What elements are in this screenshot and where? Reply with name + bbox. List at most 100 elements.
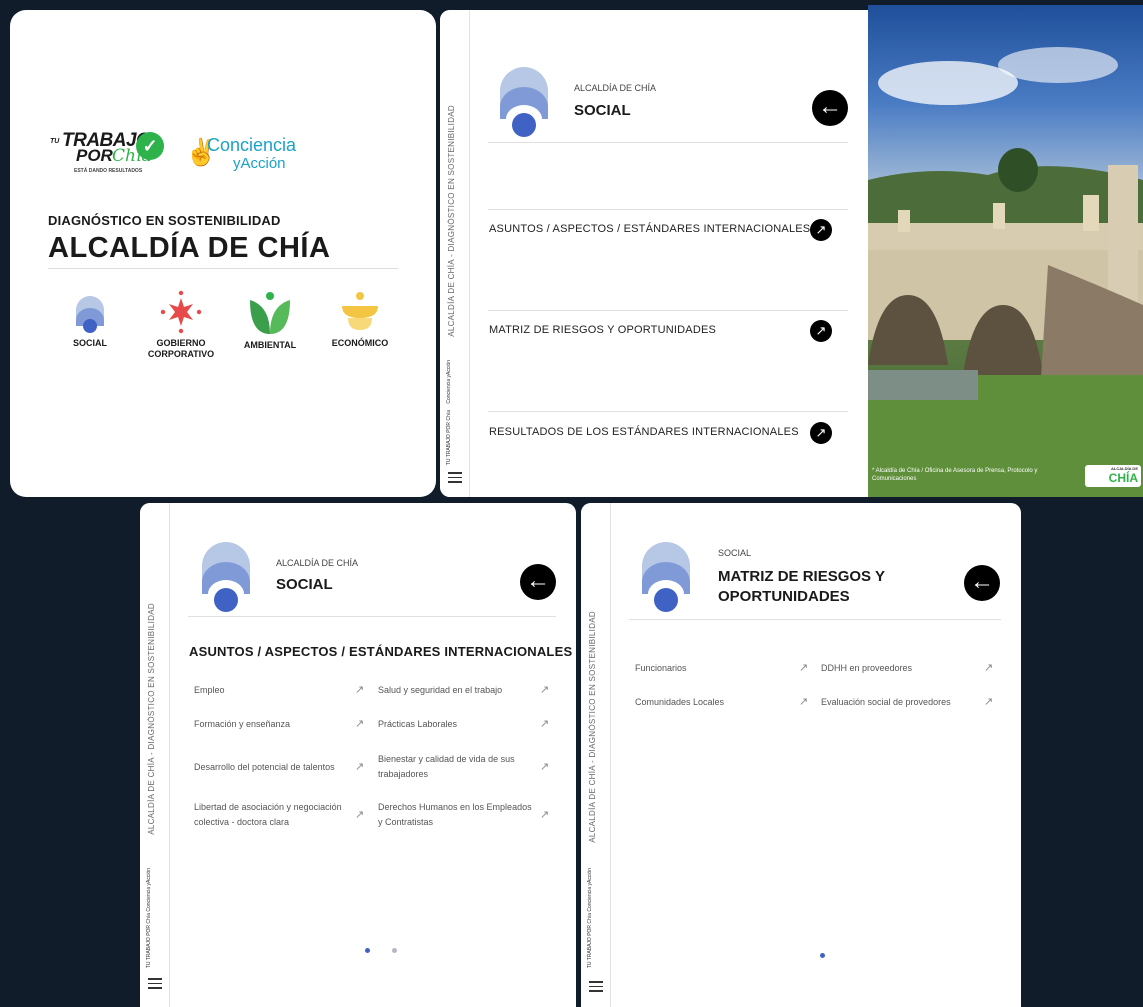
cover-title: ALCALDÍA DE CHÍA <box>48 232 331 264</box>
list-item[interactable]: Comunidades Locales <box>635 695 785 710</box>
trabajo-por-chia-logo: TU TRABAJO POR Chía ✓ ESTÁ DANDO RESULTA… <box>50 130 180 180</box>
menu-divider <box>488 310 848 311</box>
sidebar-vertical-text: ALCALDÍA DE CHÍA - DIAGNÓSTICO EN SOSTEN… <box>447 105 456 337</box>
list-item[interactable]: Desarrollo del potencial de talentos <box>194 760 344 775</box>
bridge-photo: * Alcaldía de Chía / Oficina de Asesora … <box>868 5 1143 497</box>
list-item[interactable]: Libertad de asociación y negociación col… <box>194 800 354 830</box>
pillar-label: ECONÓMICO <box>331 338 389 348</box>
pillar-social[interactable]: SOCIAL <box>45 290 135 349</box>
economico-icon <box>342 292 378 330</box>
list-item[interactable]: Bienestar y calidad de vida de sus traba… <box>378 752 528 782</box>
back-button[interactable]: ← <box>964 565 1000 601</box>
arrow-up-right-icon[interactable]: ↗ <box>355 683 364 696</box>
menu-item-resultados[interactable]: RESULTADOS DE LOS ESTÁNDARES INTERNACION… <box>489 426 799 438</box>
arrow-up-right-icon[interactable]: ↗ <box>799 695 808 708</box>
ambiental-icon <box>250 292 290 334</box>
menu-item-matriz[interactable]: MATRIZ DE RIESGOS Y OPORTUNIDADES <box>489 324 716 336</box>
list-item[interactable]: Derechos Humanos en los Empleados y Cont… <box>378 800 538 830</box>
social-header-icon <box>500 67 548 137</box>
arrow-up-right-icon[interactable]: ↗ <box>355 760 364 773</box>
back-button[interactable]: ← <box>520 564 556 600</box>
chia-logo-badge: ALCALDÍA DE CHÍA <box>1085 465 1141 487</box>
arrow-up-right-icon[interactable]: ↗ <box>540 717 549 730</box>
logo-tagline: ESTÁ DANDO RESULTADOS <box>74 168 143 174</box>
arrow-left-icon: ← <box>970 568 994 595</box>
badge-text: CHÍA <box>1108 471 1138 485</box>
arrow-up-right-icon[interactable]: ↗ <box>984 695 993 708</box>
trabajo-mini-logo: TU TRABAJO POR Chía <box>446 410 452 466</box>
hamburger-icon[interactable] <box>148 978 162 989</box>
trabajo-mini-logo: TU TRABAJO POR Chía <box>587 913 593 969</box>
header-title: SOCIAL <box>276 576 333 593</box>
menu-item-asuntos[interactable]: ASUNTOS / ASPECTOS / ESTÁNDARES INTERNAC… <box>489 223 810 235</box>
arrow-up-right-icon[interactable]: ↗ <box>540 808 549 821</box>
header-divider <box>188 616 556 617</box>
hamburger-icon[interactable] <box>589 981 603 992</box>
arrow-up-right-icon[interactable]: ↗ <box>540 760 549 773</box>
pagination-dot-active[interactable] <box>365 948 370 953</box>
arrow-left-icon: ← <box>526 567 550 594</box>
arrow-up-right-icon[interactable]: ↗ <box>810 219 832 241</box>
conciencia-mini-logo: Conciencia yAcción <box>146 868 152 912</box>
hamburger-icon[interactable] <box>448 472 462 483</box>
header-divider <box>629 619 1001 620</box>
conciencia-mini-logo: Conciencia yAcción <box>446 360 452 404</box>
sidebar-vertical-text: ALCALDÍA DE CHÍA - DIAGNÓSTICO EN SOSTEN… <box>147 603 156 835</box>
pillar-label: AMBIENTAL <box>243 340 297 350</box>
pillar-economico[interactable]: ECONÓMICO <box>315 290 405 349</box>
conciencia-accion-logo: ✌ Conciencia yAcción <box>185 135 315 181</box>
pillar-ambiental[interactable]: AMBIENTAL <box>225 290 315 351</box>
arrow-up-right-icon[interactable]: ↗ <box>810 320 832 342</box>
header-title: SOCIAL <box>574 102 631 119</box>
menu-divider <box>488 411 848 412</box>
trabajo-mini-logo: TU TRABAJO POR Chía <box>146 913 152 969</box>
arrow-up-right-icon[interactable]: ↗ <box>799 661 808 674</box>
section-title: ASUNTOS / ASPECTOS / ESTÁNDARES INTERNAC… <box>189 644 573 659</box>
logo-tu: TU <box>50 138 60 145</box>
diagnostic-subtitle: DIAGNÓSTICO EN SOSTENIBILIDAD <box>48 213 281 228</box>
list-item[interactable]: Empleo <box>194 683 344 698</box>
header-subtitle: SOCIAL <box>718 548 752 558</box>
sidebar-vertical-text: ALCALDÍA DE CHÍA - DIAGNÓSTICO EN SOSTEN… <box>588 611 597 843</box>
arrow-up-right-icon[interactable]: ↗ <box>984 661 993 674</box>
list-item[interactable]: DDHH en proveedores <box>821 661 971 676</box>
pagination-dot[interactable] <box>392 948 397 953</box>
list-item[interactable]: Salud y seguridad en el trabajo <box>378 683 528 698</box>
divider <box>48 268 398 269</box>
asuntos-panel: ALCALDÍA DE CHÍA - DIAGNÓSTICO EN SOSTEN… <box>140 503 576 1007</box>
social-header-icon <box>202 542 250 612</box>
list-item[interactable]: Funcionarios <box>635 661 785 676</box>
sidebar: ALCALDÍA DE CHÍA - DIAGNÓSTICO EN SOSTEN… <box>440 10 470 497</box>
sidebar: ALCALDÍA DE CHÍA - DIAGNÓSTICO EN SOSTEN… <box>581 503 611 1007</box>
logo-conciencia: Conciencia <box>207 135 297 155</box>
header-subtitle: ALCALDÍA DE CHÍA <box>276 558 359 568</box>
conciencia-mini-logo: Conciencia yAcción <box>587 868 593 912</box>
matriz-panel: ALCALDÍA DE CHÍA - DIAGNÓSTICO EN SOSTEN… <box>581 503 1021 1007</box>
arrow-up-right-icon[interactable]: ↗ <box>540 683 549 696</box>
social-header-icon <box>642 542 690 612</box>
cover-panel: TU TRABAJO POR Chía ✓ ESTÁ DANDO RESULTA… <box>10 10 436 497</box>
arrow-up-right-icon[interactable]: ↗ <box>355 808 364 821</box>
arrow-left-icon: ← <box>818 93 842 120</box>
pillar-gobierno[interactable]: GOBIERNO CORPORATIVO <box>136 290 226 360</box>
pagination-dot-active[interactable] <box>820 953 825 958</box>
header-subtitle: ALCALDÍA DE CHÍA <box>574 83 657 93</box>
header-divider <box>488 142 848 143</box>
menu-divider <box>488 209 848 210</box>
bridge-illustration <box>868 47 1143 497</box>
arrow-up-right-icon[interactable]: ↗ <box>355 717 364 730</box>
list-item[interactable]: Prácticas Laborales <box>378 717 528 732</box>
sidebar: ALCALDÍA DE CHÍA - DIAGNÓSTICO EN SOSTEN… <box>140 503 170 1007</box>
gobierno-icon <box>160 290 202 334</box>
arrow-up-right-icon[interactable]: ↗ <box>810 422 832 444</box>
pillar-label: SOCIAL <box>72 338 107 348</box>
logo-accion: yAcción <box>233 155 286 172</box>
badge-small-text: ALCALDÍA DE <box>1111 466 1138 471</box>
pillar-label: GOBIERNO CORPORATIVO <box>147 338 215 359</box>
list-item[interactable]: Formación y enseñanza <box>194 717 344 732</box>
social-icon <box>76 296 104 333</box>
checkmark-icon: ✓ <box>136 132 164 160</box>
list-item[interactable]: Evaluación social de provedores <box>821 695 981 710</box>
logo-por: POR <box>76 146 113 165</box>
back-button[interactable]: ← <box>812 90 848 126</box>
